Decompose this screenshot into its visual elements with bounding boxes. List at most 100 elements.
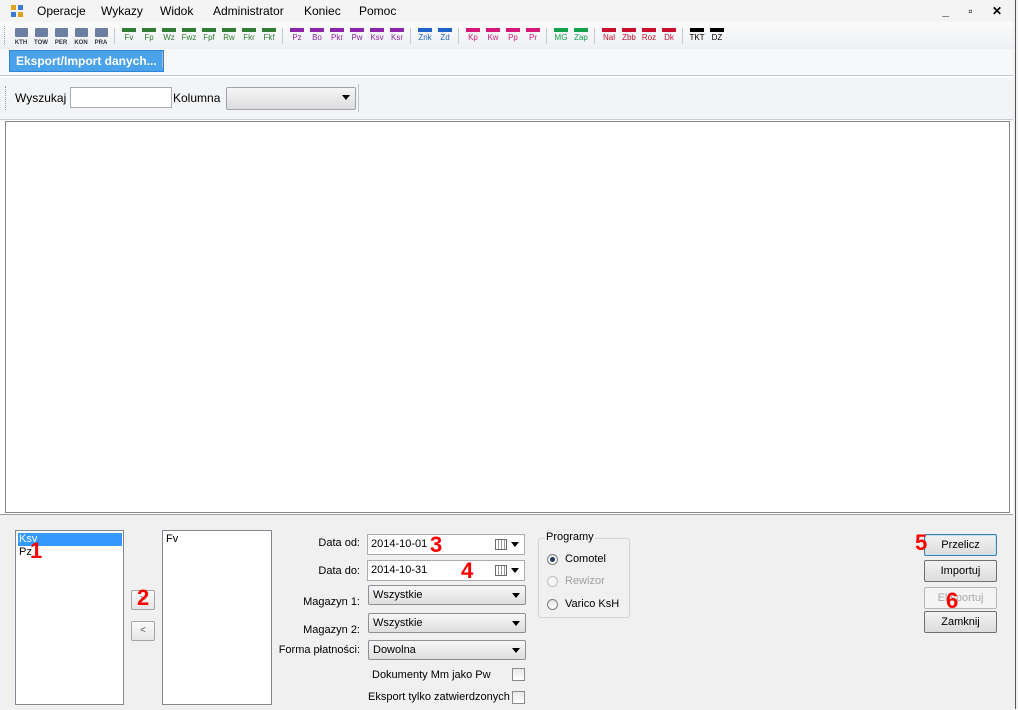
toolbar-button-tkt[interactable]: TKT [687,25,707,46]
toolbar-button-wz[interactable]: Wz [159,25,179,46]
annotation-marker-2: 2 [137,585,150,610]
document-icon [690,28,704,32]
document-icon [162,28,176,32]
toolbar-button-dk[interactable]: Dk [659,25,679,46]
toolbar-grip[interactable] [4,26,8,45]
toolbar-button-fv[interactable]: Fv [119,25,139,46]
toolbar-button-kon[interactable]: KON [71,25,91,46]
window-border-line [1015,0,1016,709]
calendar-icon[interactable] [495,565,507,576]
document-icon [262,28,276,32]
column-label: Kolumna [173,91,221,105]
toolbar-button-pr[interactable]: Pr [523,25,543,46]
toolbar-button-nal[interactable]: Nal [599,25,619,46]
calendar-icon[interactable] [495,539,507,550]
toolbar-button-roz[interactable]: Roz [639,25,659,46]
toolbar-button-ksv[interactable]: Ksv [367,25,387,46]
warehouse2-select[interactable]: Wszystkie [368,613,526,633]
toolbar-button-tow[interactable]: TOW [31,25,51,46]
toolbar-button-fpf[interactable]: Fpf [199,25,219,46]
approved-only-checkbox[interactable] [512,691,525,704]
document-icon [310,28,324,32]
document-icon [350,28,364,32]
radio-comotel[interactable] [547,554,558,565]
toolbar-button-kw[interactable]: Kw [483,25,503,46]
toolbar-button-znk[interactable]: Znk [415,25,435,46]
annotation-marker-4: 4 [461,558,474,583]
search-strip: Wyszukaj Kolumna [0,78,1018,120]
toolbar-button-fkr[interactable]: Fkr [239,25,259,46]
payment-select[interactable]: Dowolna [368,640,526,660]
toolbar-button-pz[interactable]: Pz [287,25,307,46]
toolbar-button-mg[interactable]: MG [551,25,571,46]
radio-rewizor[interactable] [547,576,558,587]
toolbar-button-per[interactable]: PER [51,25,71,46]
toolbar-button-ksr[interactable]: Ksr [387,25,407,46]
toolbar-button-zbb[interactable]: Zbb [619,25,639,46]
document-icon [438,28,452,32]
menu-pomoc[interactable]: Pomoc [359,4,396,18]
chevron-down-icon[interactable] [511,542,519,547]
menu-administrator[interactable]: Administrator [213,4,284,18]
document-icon [602,28,616,32]
document-icon [554,28,568,32]
toolbar-button-pp[interactable]: Pp [503,25,523,46]
toolbar-button-pra[interactable]: PRA [91,25,111,46]
menu-wykazy[interactable]: Wykazy [101,4,143,18]
menu-operacje[interactable]: Operacje [37,4,86,18]
warehouse1-select[interactable]: Wszystkie [368,585,526,605]
close-button[interactable]: Zamknij [924,611,997,633]
radio-varico[interactable] [547,599,558,610]
mm-as-pw-label: Dokumenty Mm jako Pw [372,669,491,681]
import-button[interactable]: Importuj [924,560,997,582]
menu-widok[interactable]: Widok [160,4,193,18]
export-button[interactable]: Eksportuj [924,587,997,609]
toolbar-button-pkr[interactable]: Pkr [327,25,347,46]
toolbar-button-fwz[interactable]: Fwz [179,25,199,46]
document-icon [486,28,500,32]
toolbar-button-label: Fkr [243,33,255,42]
toolbar-button-zap[interactable]: Zap [571,25,591,46]
move-left-button[interactable]: < [131,621,155,641]
toolbar-grip[interactable] [5,86,9,110]
radio-varico-label[interactable]: Varico KsH [565,598,619,610]
kth-icon [14,28,28,37]
toolbar-button-label: Fwz [181,33,197,42]
toolbar-button-kth[interactable]: KTH [11,25,31,46]
column-select[interactable] [226,87,356,110]
approved-only-label: Eksport tylko zatwierdzonych [368,691,510,703]
toolbar-button-dz[interactable]: DZ [707,25,727,46]
toolbar-button-label: Pr [529,33,537,42]
toolbar-button-label: KON [74,40,88,46]
mm-as-pw-checkbox[interactable] [512,668,525,681]
toolbar-button-rw[interactable]: Rw [219,25,239,46]
toolbar: KTH TOW PER KON PRA Fv Fp Wz Fwz Fpf Rw Fkr Fkf Pz Bo P… [0,22,1018,50]
selected-documents-list[interactable]: Fv [162,530,272,705]
date-from-field[interactable]: 2014-10-01 [367,534,525,555]
document-icon [290,28,304,32]
menu-koniec[interactable]: Koniec [304,4,341,18]
list-item[interactable]: Fv [165,533,269,546]
toolbar-button-fkf[interactable]: Fkf [259,25,279,46]
tab-export-import[interactable]: Eksport/Import danych... [9,50,164,72]
search-input[interactable] [70,87,172,108]
chevron-down-icon[interactable] [511,568,519,573]
date-from-label: Data od: [318,537,360,549]
toolbar-button-bo[interactable]: Bo [307,25,327,46]
payment-label: Forma płatności: [278,644,360,656]
pra-icon [94,28,108,37]
app-icon[interactable] [10,4,24,18]
date-to-field[interactable]: 2014-10-31 [367,560,525,581]
toolbar-button-fp[interactable]: Fp [139,25,159,46]
radio-rewizor-label[interactable]: Rewizor [565,575,605,587]
toolbar-button-pw[interactable]: Pw [347,25,367,46]
chevron-down-icon [512,648,520,653]
window-controls[interactable]: _ ▫ ✕ [942,4,1010,18]
data-grid[interactable] [5,121,1010,513]
radio-comotel-label[interactable]: Comotel [565,553,606,565]
recalc-button[interactable]: Przelicz [924,534,997,556]
toolbar-button-label: Pkr [331,33,343,42]
toolbar-button-kp[interactable]: Kp [463,25,483,46]
date-to-label: Data do: [318,565,360,577]
toolbar-button-zd[interactable]: Zd [435,25,455,46]
